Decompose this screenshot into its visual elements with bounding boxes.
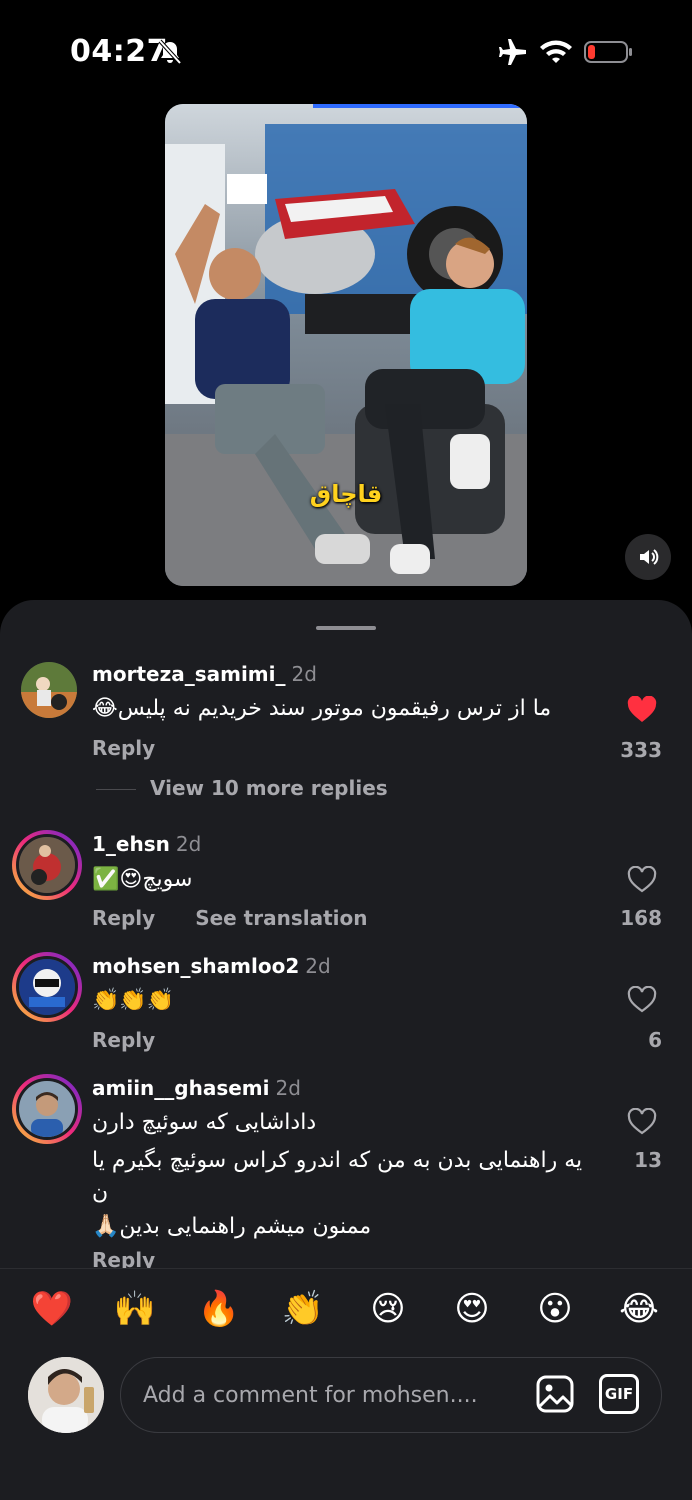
avatar[interactable]	[12, 1074, 82, 1144]
gif-button[interactable]: GIF	[599, 1374, 639, 1414]
emoji-cry-button[interactable]: 😢	[366, 1287, 410, 1331]
airplane-mode-icon	[499, 39, 526, 65]
comment-text-line: داداشایی که سوئیچ دارن	[92, 1110, 317, 1135]
image-picker-icon[interactable]	[535, 1374, 575, 1414]
heart-outline-icon[interactable]	[627, 1108, 657, 1136]
comment-actions: Reply See translation	[92, 906, 368, 930]
like-count: 168	[620, 906, 662, 930]
comment-text: 👏👏👏	[92, 988, 175, 1013]
emoji-wow-button[interactable]: 😮	[533, 1287, 577, 1331]
avatar[interactable]	[12, 952, 82, 1022]
comment-actions: Reply	[92, 1028, 155, 1052]
emoji-laugh-button[interactable]: 😂	[617, 1287, 661, 1331]
current-user-avatar	[28, 1357, 104, 1433]
comment-username[interactable]: mohsen_shamloo2	[92, 954, 299, 978]
comment-text-line: یه راهنمایی بدن به من که اندرو کراس سوئی…	[92, 1148, 583, 1173]
reply-button[interactable]: Reply	[92, 1028, 155, 1052]
comment-username[interactable]: 1_ehsn	[92, 832, 170, 856]
comment-composer: ❤️ 🙌 🔥 👏 😢 😍 😮 😂 GIF	[0, 1268, 692, 1500]
comment-text: ما از ترس رفیقمون موتور سند خریدیم نه پل…	[92, 696, 552, 721]
video-player[interactable]: قاچاق	[165, 104, 527, 586]
status-time: 04:27	[70, 34, 168, 69]
emoji-clap-button[interactable]: 👏	[281, 1287, 325, 1331]
status-bar: 04:27	[0, 0, 692, 100]
wifi-icon	[540, 40, 572, 63]
heart-filled-icon[interactable]	[627, 696, 657, 724]
comment-header: 1_ehsn 2d	[92, 832, 201, 856]
comment-text-line: ممنون میشم راهنمایی بدین🙏🏻	[92, 1214, 372, 1239]
see-translation-button[interactable]: See translation	[195, 906, 367, 930]
speaker-icon	[640, 549, 659, 565]
comment-username[interactable]: amiin__ghasemi	[92, 1076, 270, 1100]
comment-input[interactable]	[143, 1372, 513, 1418]
comment-time: 2d	[305, 954, 331, 978]
comment-actions: Reply	[92, 736, 155, 760]
comment-time: 2d	[275, 1076, 301, 1100]
like-count: 333	[620, 738, 662, 762]
emoji-fire-button[interactable]: 🔥	[197, 1287, 241, 1331]
comment-input-container: GIF	[120, 1357, 662, 1433]
reply-button[interactable]: Reply	[92, 736, 155, 760]
like-count: 13	[634, 1148, 662, 1172]
sound-toggle-button[interactable]	[625, 534, 671, 580]
sheet-drag-handle[interactable]	[316, 626, 376, 630]
view-more-replies-button[interactable]: View 10 more replies	[96, 776, 388, 800]
comment-header: morteza_samimi_ 2d	[92, 662, 317, 686]
comment-header: amiin__ghasemi 2d	[92, 1076, 301, 1100]
comment-text-line: ن	[92, 1180, 109, 1205]
comment-time: 2d	[291, 662, 317, 686]
heart-outline-icon[interactable]	[627, 866, 657, 894]
emoji-heart-eyes-button[interactable]: 😍	[450, 1287, 494, 1331]
comment-time: 2d	[175, 832, 202, 856]
reply-button[interactable]: Reply	[92, 906, 155, 930]
comment-username[interactable]: morteza_samimi_	[92, 662, 286, 686]
battery-low-icon	[584, 41, 632, 63]
video-frame-image	[165, 104, 527, 586]
avatar[interactable]	[21, 662, 77, 718]
comment-text: سویچ😍✅	[92, 867, 193, 892]
heart-outline-icon[interactable]	[627, 986, 657, 1014]
emoji-raised-hands-button[interactable]: 🙌	[113, 1287, 157, 1331]
bell-muted-icon	[158, 39, 182, 65]
comment-header: mohsen_shamloo2 2d	[92, 954, 331, 978]
quick-emoji-bar: ❤️ 🙌 🔥 👏 😢 😍 😮 😂	[0, 1287, 692, 1333]
emoji-heart-button[interactable]: ❤️	[30, 1287, 74, 1331]
video-progress-bar	[313, 104, 527, 108]
video-caption: قاچاق	[309, 480, 383, 508]
like-count: 6	[648, 1028, 662, 1052]
avatar[interactable]	[12, 830, 82, 900]
